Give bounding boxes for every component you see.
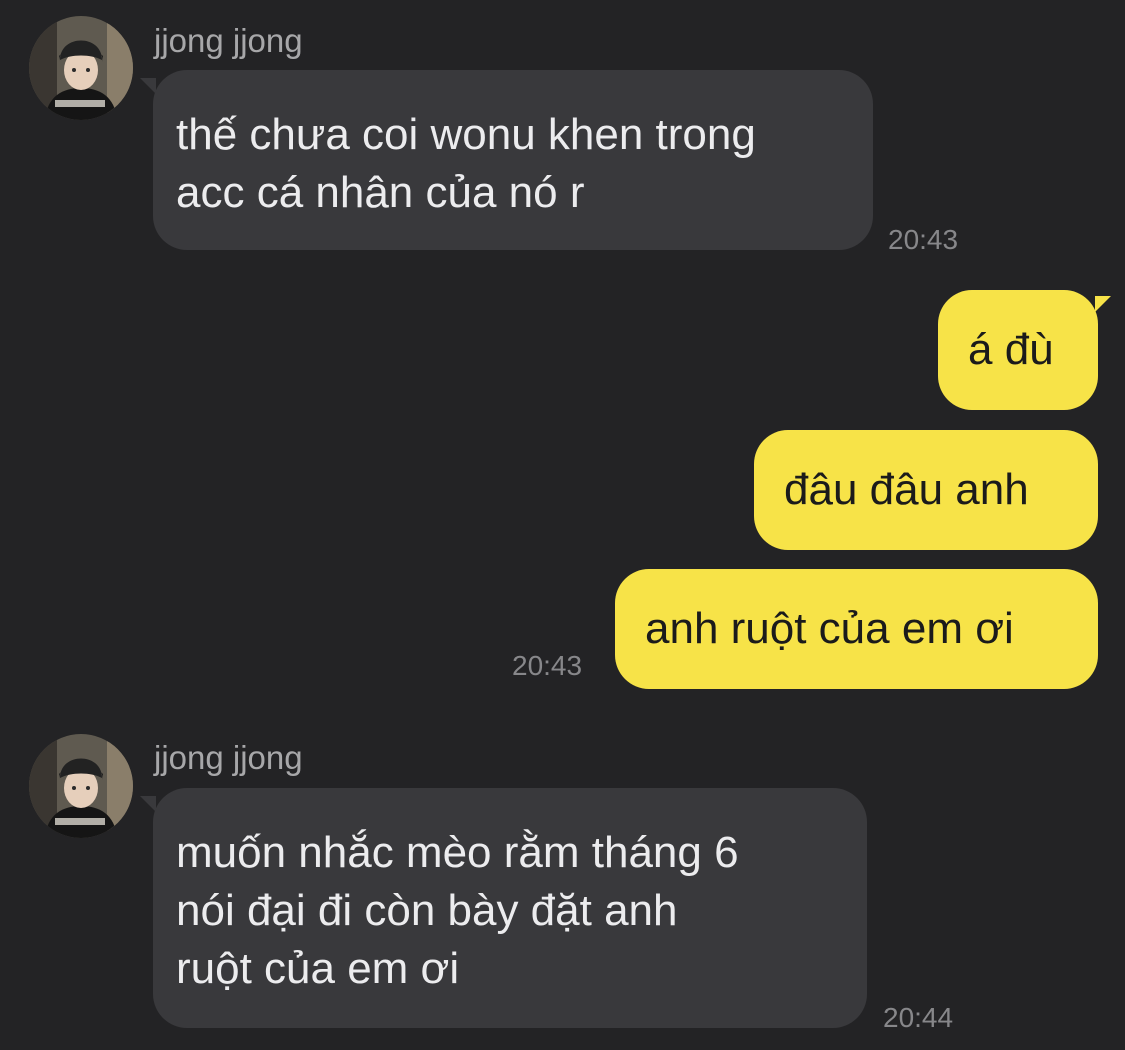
sender-name: jjong jjong [154,22,303,59]
message-timestamp: 20:43 [888,224,959,255]
message-bubble[interactable]: anh ruột của em ơi [615,569,1098,689]
message-text-line: nói đại đi còn bày đặt anh [176,886,678,935]
message-text-line: acc cá nhân của nó r [176,168,585,217]
avatar[interactable] [29,734,133,838]
message-text-line: anh ruột của em ơi [645,604,1014,653]
profile-photo-icon [29,734,133,838]
message-text-line: á đù [968,325,1054,374]
message-text-line: đâu đâu anh [784,465,1029,514]
message-text-line: muốn nhắc mèo rằm tháng 6 [176,828,739,877]
sender-name: jjong jjong [154,739,303,776]
message-bubble[interactable]: thế chưa coi wonu khen trong acc cá nhân… [153,70,873,250]
avatar[interactable] [29,16,133,120]
message-bubble[interactable]: đâu đâu anh [754,430,1098,550]
bubble-tail [1095,296,1111,312]
message-text-line: ruột của em ơi [176,944,460,993]
message-timestamp: 20:43 [512,650,583,681]
message-bubble[interactable]: á đù [938,290,1098,410]
message-bubble[interactable]: muốn nhắc mèo rằm tháng 6 nói đại đi còn… [153,788,867,1028]
message-timestamp: 20:44 [883,1002,954,1033]
bubble-tail [140,78,156,94]
message-text-line: thế chưa coi wonu khen trong [176,110,756,159]
profile-photo-icon [29,16,133,120]
bubble-tail [140,796,156,812]
